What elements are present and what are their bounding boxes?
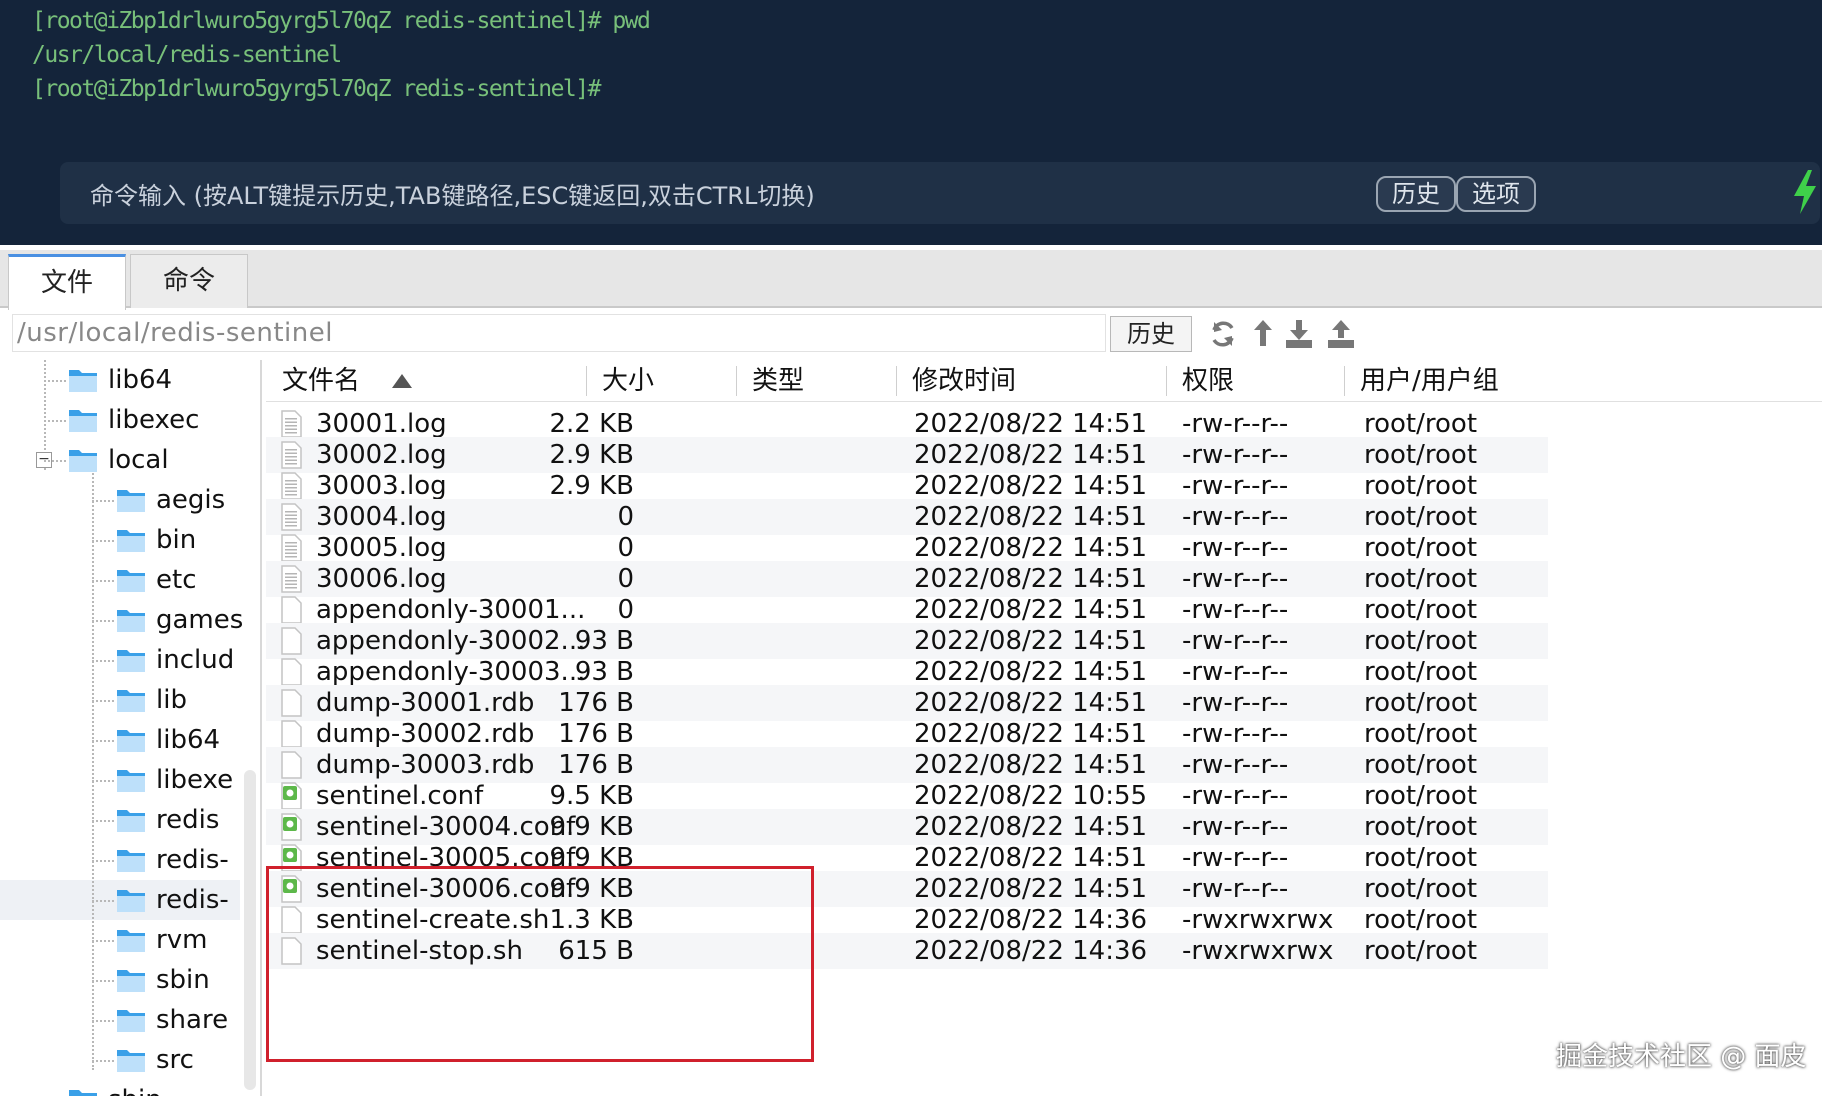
tree-item-label: redis- <box>156 845 229 875</box>
folder-icon <box>117 850 145 872</box>
tree-item-label: redis <box>156 805 220 835</box>
tree-item-label: games <box>156 605 244 635</box>
folder-icon <box>117 970 145 992</box>
folder-icon <box>117 650 145 672</box>
watermark: 掘金技术社区 @ 面皮 <box>1556 1042 1807 1072</box>
path-input[interactable]: /usr/local/redis-sentinel <box>12 314 1106 352</box>
tree-item-label: rvm <box>156 925 208 955</box>
tree-item-label: etc <box>156 565 197 595</box>
tree-item-label: lib64 <box>108 365 173 395</box>
column-header-size[interactable]: 大小 <box>602 360 654 402</box>
terminal-line: [root@iZbp1drlwuro5gyrg5l70qZ redis-sent… <box>32 76 601 102</box>
command-history-button[interactable]: 历史 <box>1376 176 1456 212</box>
tree-item-label: bin <box>156 525 197 555</box>
folder-icon <box>117 730 145 752</box>
directory-tree[interactable]: − lib64 libexec local aegis bin etc games inclu… <box>0 360 262 1096</box>
tab-bar: 文件 命令 <box>0 250 1822 310</box>
folder-icon <box>117 610 145 632</box>
file-mtime: 2022/08/22 14:36 <box>914 936 1148 966</box>
tree-item-label: lib <box>156 685 187 715</box>
folder-icon <box>69 410 97 432</box>
folder-icon <box>117 770 145 792</box>
folder-icon <box>117 1050 145 1072</box>
tree-item-label: src <box>156 1045 194 1075</box>
tree-item-label: share <box>156 1005 229 1035</box>
tree-item-label: libexe <box>156 765 234 795</box>
folder-icon <box>69 1090 97 1096</box>
download-icon[interactable] <box>1284 318 1314 350</box>
terminal-panel[interactable]: [root@iZbp1drlwuro5gyrg5l70qZ redis-sent… <box>0 0 1822 245</box>
folder-icon <box>117 1010 145 1032</box>
column-header-mtime[interactable]: 修改时间 <box>912 360 1016 402</box>
lightning-icon[interactable] <box>1792 170 1818 214</box>
folder-icon <box>117 690 145 712</box>
folder-icon <box>69 370 97 392</box>
tree-item-label: local <box>108 445 169 475</box>
path-bar: /usr/local/redis-sentinel 历史 <box>0 310 1822 356</box>
refresh-icon[interactable] <box>1208 318 1238 350</box>
tree-item-label: aegis <box>156 485 226 515</box>
file-owner: root/root <box>1364 936 1478 966</box>
tree-item-label: lib64 <box>156 725 221 755</box>
file-list-header: 文件名 大小 类型 修改时间 权限 用户/用户组 <box>266 360 1822 402</box>
path-history-button[interactable]: 历史 <box>1110 316 1192 352</box>
column-header-name[interactable]: 文件名 <box>282 360 412 402</box>
annotation-highlight-box <box>266 866 814 1062</box>
tree-item-label: libexec <box>108 405 200 435</box>
command-input[interactable]: 命令输入 (按ALT键提示历史,TAB键路径,ESC键返回,双击CTRL切换) … <box>60 162 1820 224</box>
panel-splitter[interactable] <box>1052 242 1114 257</box>
folder-icon <box>117 570 145 592</box>
file-permissions: -rwxrwxrwx <box>1182 936 1334 966</box>
folder-icon <box>117 490 145 512</box>
terminal-line: [root@iZbp1drlwuro5gyrg5l70qZ redis-sent… <box>32 8 651 34</box>
tree-item-label: includ <box>156 645 235 675</box>
column-header-permissions[interactable]: 权限 <box>1182 360 1234 402</box>
tab-commands[interactable]: 命令 <box>130 254 248 308</box>
tree-item-label: sbin <box>108 1080 162 1096</box>
upload-icon[interactable] <box>1326 318 1356 350</box>
command-options-button[interactable]: 选项 <box>1456 176 1536 212</box>
parent-directory-icon[interactable] <box>1248 318 1278 350</box>
tree-item-label: redis- <box>156 885 229 915</box>
command-input-placeholder: 命令输入 (按ALT键提示历史,TAB键路径,ESC键返回,双击CTRL切换) <box>90 182 815 210</box>
folder-icon <box>117 930 145 952</box>
tree-item-label: sbin <box>156 965 210 995</box>
folder-icon <box>117 530 145 552</box>
sort-ascending-icon <box>392 374 412 388</box>
tree-scrollbar[interactable] <box>244 770 256 1090</box>
folder-icon <box>69 450 97 472</box>
column-header-owner[interactable]: 用户/用户组 <box>1360 360 1499 402</box>
tab-files[interactable]: 文件 <box>8 254 126 310</box>
folder-icon <box>117 890 145 912</box>
terminal-line: /usr/local/redis-sentinel <box>32 42 342 68</box>
folder-icon <box>117 810 145 832</box>
column-header-type[interactable]: 类型 <box>752 360 804 402</box>
column-header-name-label: 文件名 <box>282 366 361 396</box>
